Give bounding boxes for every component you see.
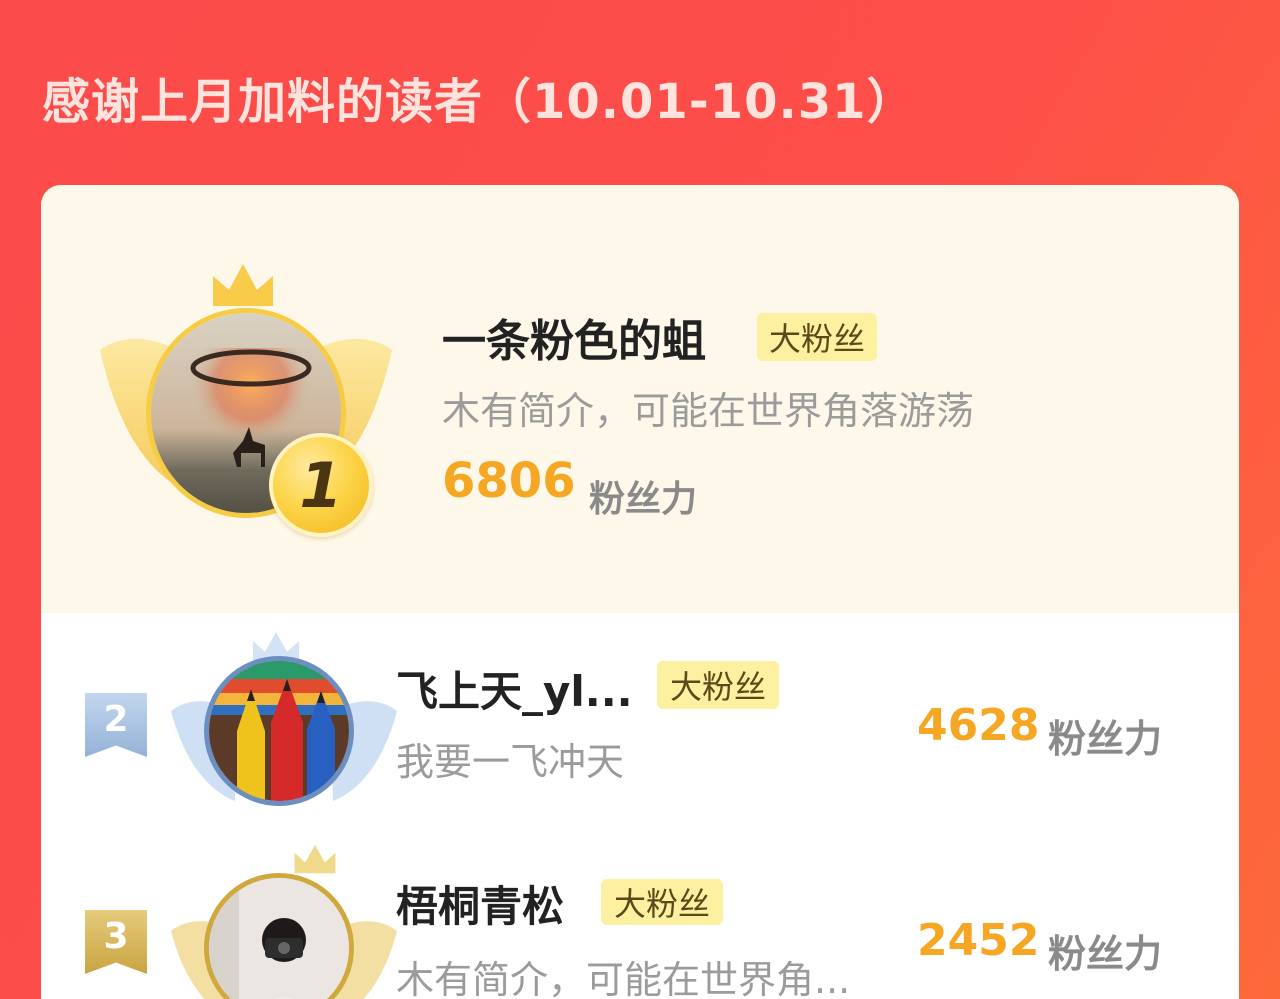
user-name[interactable]: 一条粉色的蛆 xyxy=(442,305,706,369)
user-bio: 木有简介，可能在世界角落游荡 xyxy=(442,389,975,433)
rank-1-medal-icon: 1 xyxy=(269,433,373,537)
fan-score-unit: 粉丝力 xyxy=(1048,717,1163,761)
fan-badge: 大粉丝 xyxy=(601,879,723,925)
fan-score: 2452 xyxy=(917,915,1040,966)
fan-ranking-card: 1 一条粉色的蛆 大粉丝 木有简介，可能在世界角落游荡 6806 粉丝力 2 飞… xyxy=(41,185,1239,999)
rank-2-flag-icon: 2 xyxy=(85,693,147,757)
fan-score-unit: 粉丝力 xyxy=(589,479,698,520)
gold-crown-icon xyxy=(213,264,273,306)
fan-score: 6806 xyxy=(442,453,576,509)
fan-row-rank-3[interactable]: 3 梧桐青松 大粉丝 木有简介，可能在世界角... 2452 粉丝力 xyxy=(41,833,1239,999)
top-fan-section[interactable]: 1 一条粉色的蛆 大粉丝 木有简介，可能在世界角落游荡 6806 粉丝力 xyxy=(41,185,1239,613)
rank-3-flag-icon: 3 xyxy=(85,910,147,974)
avatar-image xyxy=(209,878,349,999)
user-bio: 我要一飞冲天 xyxy=(396,740,625,784)
fan-badge: 大粉丝 xyxy=(757,313,877,361)
bronze-crown-icon xyxy=(294,844,336,874)
fan-score-unit: 粉丝力 xyxy=(1048,932,1163,976)
user-name[interactable]: 飞上天_yl... xyxy=(396,658,633,719)
user-avatar[interactable] xyxy=(204,656,354,806)
fan-badge: 大粉丝 xyxy=(657,661,779,709)
fan-score: 4628 xyxy=(917,700,1040,751)
user-name[interactable]: 梧桐青松 xyxy=(396,873,564,934)
rank-number: 1 xyxy=(299,448,343,522)
page-title: 感谢上月加料的读者（10.01-10.31） xyxy=(42,74,916,130)
fan-row-rank-2[interactable]: 2 飞上天_yl... 大粉丝 我要一飞冲天 4628 粉丝力 xyxy=(41,613,1239,833)
user-bio: 木有简介，可能在世界角... xyxy=(396,958,851,999)
